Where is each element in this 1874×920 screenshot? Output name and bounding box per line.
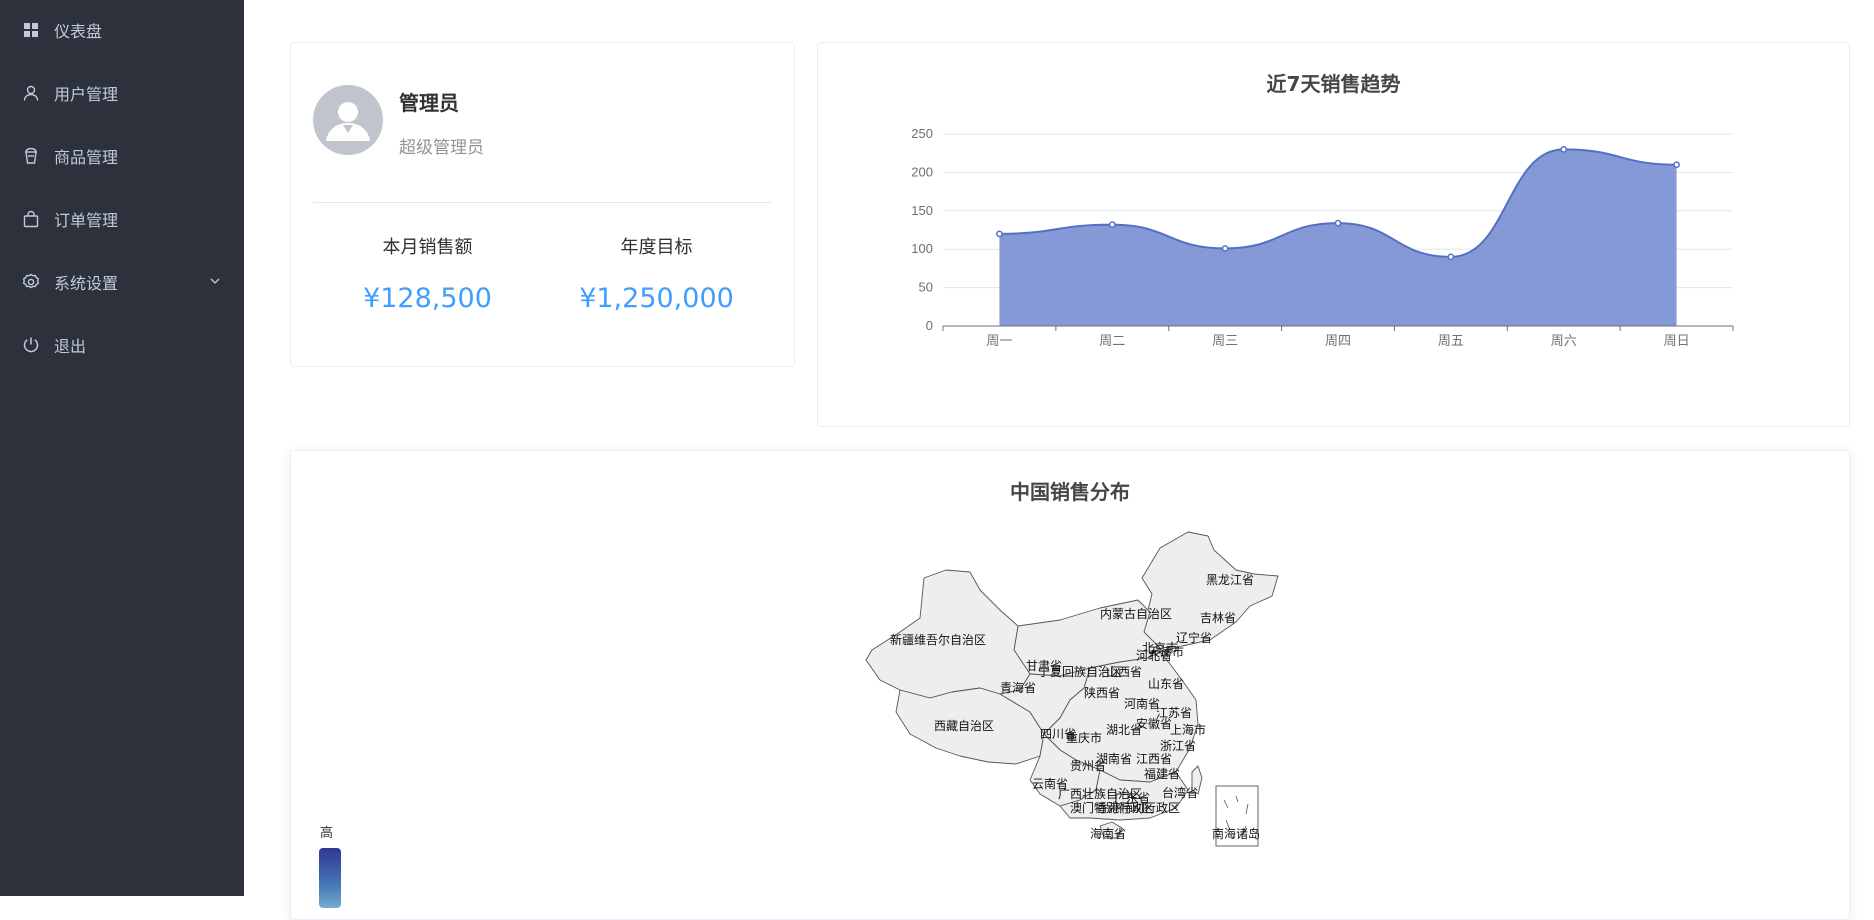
visual-map-bar[interactable]	[319, 848, 341, 908]
sales-map-card: 中国销售分布	[290, 450, 1850, 920]
sidebar-item-dashboard[interactable]: 仪表盘	[0, 10, 244, 50]
stat-value-annual-target: ¥1,250,000	[579, 283, 734, 314]
visual-map-high-label: 高	[320, 826, 334, 841]
sidebar-item-label: 订单管理	[54, 211, 119, 230]
data-point	[1560, 146, 1568, 153]
data-point	[1447, 253, 1455, 261]
sidebar-item-label: 系统设置	[54, 274, 119, 293]
gear-icon	[22, 273, 40, 291]
chevron-down-icon	[210, 278, 220, 284]
sidebar-item-label: 商品管理	[54, 148, 119, 167]
sidebar-item-settings[interactable]: 系统设置	[0, 262, 244, 302]
x-tick-label: 周日	[1664, 333, 1690, 348]
sidebar-item-label: 仪表盘	[54, 22, 103, 41]
y-tick-label: 50	[919, 280, 933, 295]
data-point	[1221, 245, 1229, 252]
data-point	[1673, 161, 1680, 169]
sales-trend-card: 近7天销售趋势 0 50 100 150 200 250 周一 周二 周三 周四 周五 周六 周日	[817, 42, 1850, 427]
power-icon	[22, 336, 40, 354]
sidebar: 仪表盘 用户管理 商品管理 订单管理 系统设置 退出	[0, 0, 244, 896]
y-tick-label: 250	[911, 126, 933, 141]
avatar	[313, 85, 383, 155]
sidebar-item-goods[interactable]: 商品管理	[0, 136, 244, 176]
avatar-person-icon	[326, 102, 370, 141]
sidebar-item-label: 用户管理	[54, 85, 119, 104]
y-tick-label: 100	[911, 241, 933, 256]
stat-label-annual-target: 年度目标	[620, 237, 693, 258]
x-tick-label: 周一	[986, 333, 1012, 348]
x-tick-label: 周二	[1099, 333, 1125, 348]
y-tick-label: 200	[911, 164, 933, 179]
grid-icon	[22, 21, 40, 39]
sales-trend-chart: 0 50 100 150 200 250 周一 周二 周三 周四 周五 周六 周日	[911, 126, 1734, 348]
series-area	[999, 149, 1677, 326]
bag-icon	[22, 210, 40, 228]
x-tick-label: 周六	[1551, 333, 1577, 348]
x-tick-label: 周五	[1438, 333, 1464, 348]
data-point	[1334, 219, 1342, 227]
sidebar-item-label: 退出	[54, 337, 87, 356]
x-tick-label: 周三	[1212, 333, 1238, 348]
profile-card: 管理员 超级管理员 本月销售额 年度目标 ¥128,500 ¥1,250,000	[290, 42, 795, 367]
data-point	[1108, 221, 1116, 228]
map-title: 中国销售分布	[1010, 480, 1130, 504]
sidebar-item-orders[interactable]: 订单管理	[0, 199, 244, 239]
divider	[313, 202, 771, 203]
stat-value-monthly-sales: ¥128,500	[363, 283, 492, 314]
sidebar-item-users[interactable]: 用户管理	[0, 73, 244, 113]
x-tick-label: 周四	[1325, 333, 1351, 348]
user-role: 超级管理员	[399, 138, 484, 158]
sidebar-item-logout[interactable]: 退出	[0, 325, 244, 365]
y-tick-label: 150	[911, 203, 933, 218]
goods-icon	[22, 147, 40, 165]
stat-label-monthly-sales: 本月销售额	[382, 237, 473, 258]
user-name: 管理员	[399, 91, 459, 115]
data-point	[996, 230, 1003, 238]
y-tick-label: 0	[926, 318, 933, 333]
user-icon	[22, 84, 40, 102]
